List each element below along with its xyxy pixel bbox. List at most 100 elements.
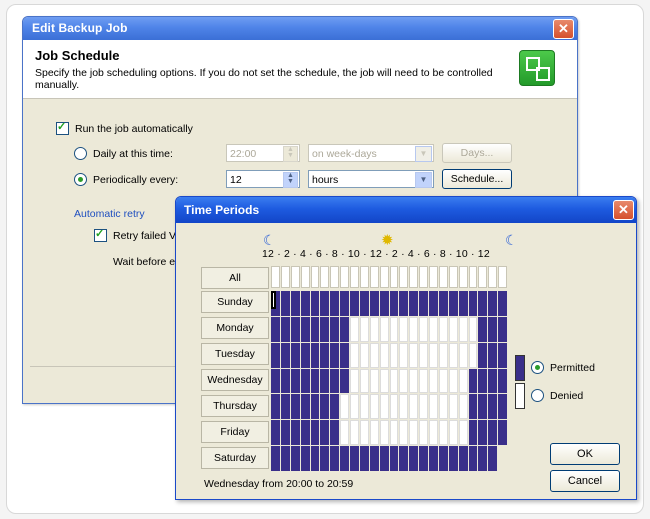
denied-cell[interactable] (419, 368, 428, 394)
permitted-cell[interactable] (438, 446, 448, 471)
permitted-cell[interactable] (300, 316, 310, 342)
permitted-cell[interactable] (290, 342, 300, 368)
retry-checkbox[interactable] (94, 227, 107, 242)
permitted-cell[interactable] (290, 446, 300, 471)
permitted-cell[interactable] (290, 368, 300, 394)
denied-cell[interactable] (350, 368, 359, 394)
denied-cell[interactable] (438, 368, 448, 394)
denied-cell[interactable] (429, 342, 438, 368)
denied-cell[interactable] (389, 420, 399, 446)
denied-radio[interactable] (531, 389, 544, 402)
denied-cell[interactable] (458, 368, 468, 394)
day-label[interactable]: Saturday (201, 447, 269, 469)
hour-header-cell[interactable] (429, 266, 438, 288)
hour-header-cell[interactable] (458, 266, 468, 288)
denied-cell[interactable] (359, 342, 369, 368)
permitted-cell[interactable] (330, 316, 340, 342)
permitted-cell[interactable] (409, 291, 419, 316)
permitted-cell[interactable] (478, 368, 488, 394)
permitted-cell[interactable] (488, 368, 498, 394)
hour-header-cell[interactable] (280, 266, 290, 288)
run-auto-row[interactable]: Run the job automatically (56, 120, 193, 135)
denied-cell[interactable] (468, 342, 478, 368)
denied-cell[interactable] (409, 368, 419, 394)
permitted-cell[interactable] (330, 394, 340, 420)
day-label[interactable]: Monday (201, 317, 269, 339)
denied-cell[interactable] (419, 316, 428, 342)
hour-header-row[interactable] (271, 266, 507, 288)
permitted-cell[interactable] (300, 368, 310, 394)
permitted-cell[interactable] (340, 316, 349, 342)
permitted-cell[interactable] (280, 446, 290, 471)
permitted-option[interactable]: Permitted (531, 361, 595, 374)
permitted-cell[interactable] (359, 291, 369, 316)
permitted-cell[interactable] (280, 316, 290, 342)
permitted-cell[interactable] (429, 446, 438, 471)
permitted-cell[interactable] (498, 420, 507, 446)
permitted-cell[interactable] (350, 291, 359, 316)
hour-header-cell[interactable] (369, 266, 379, 288)
denied-cell[interactable] (438, 316, 448, 342)
permitted-cell[interactable] (280, 394, 290, 420)
denied-cell[interactable] (369, 316, 379, 342)
denied-cell[interactable] (448, 368, 458, 394)
spin-icon[interactable]: ▲ ▼ (283, 172, 298, 188)
permitted-cell[interactable] (379, 446, 389, 471)
permitted-cell[interactable] (340, 342, 349, 368)
permitted-cell[interactable] (478, 342, 488, 368)
denied-cell[interactable] (399, 394, 409, 420)
permitted-cell[interactable] (458, 446, 468, 471)
denied-cell[interactable] (369, 420, 379, 446)
permitted-cell[interactable] (350, 446, 359, 471)
denied-cell[interactable] (438, 420, 448, 446)
permitted-cell[interactable] (310, 420, 320, 446)
permitted-cell[interactable] (300, 394, 310, 420)
hour-header-cell[interactable] (409, 266, 419, 288)
day-label[interactable]: Friday (201, 421, 269, 443)
denied-cell[interactable] (389, 394, 399, 420)
day-label[interactable]: Sunday (201, 291, 269, 313)
denied-cell[interactable] (359, 420, 369, 446)
hour-header-cell[interactable] (290, 266, 300, 288)
permitted-cell[interactable] (330, 420, 340, 446)
hour-header-cell[interactable] (330, 266, 340, 288)
permitted-cell[interactable] (399, 291, 409, 316)
denied-cell[interactable] (340, 394, 349, 420)
permitted-cell[interactable] (271, 420, 280, 446)
day-label[interactable]: Tuesday (201, 343, 269, 365)
permitted-cell[interactable] (280, 342, 290, 368)
permitted-cell[interactable] (478, 446, 488, 471)
denied-cell[interactable] (429, 420, 438, 446)
periodic-unit-select[interactable]: hours ▼ (308, 170, 434, 188)
permitted-cell[interactable] (290, 394, 300, 420)
hour-header-cell[interactable] (389, 266, 399, 288)
permitted-cell[interactable] (300, 446, 310, 471)
permitted-cell[interactable] (271, 446, 280, 471)
permitted-cell[interactable] (468, 420, 478, 446)
denied-cell[interactable] (350, 394, 359, 420)
denied-cell[interactable] (389, 316, 399, 342)
hour-header-cell[interactable] (488, 266, 498, 288)
denied-cell[interactable] (419, 420, 428, 446)
permitted-cell[interactable] (330, 446, 340, 471)
permitted-cell[interactable] (478, 394, 488, 420)
permitted-cell[interactable] (271, 291, 276, 309)
permitted-cell[interactable] (300, 420, 310, 446)
denied-cell[interactable] (458, 316, 468, 342)
permitted-cell[interactable] (320, 394, 330, 420)
permitted-cell[interactable] (478, 291, 488, 316)
denied-cell[interactable] (379, 394, 389, 420)
permitted-cell[interactable] (369, 446, 379, 471)
hour-header-cell[interactable] (478, 266, 488, 288)
permitted-cell[interactable] (271, 368, 280, 394)
denied-cell[interactable] (369, 342, 379, 368)
permitted-cell[interactable] (488, 291, 498, 316)
permitted-cell[interactable] (330, 291, 340, 316)
permitted-cell[interactable] (458, 291, 468, 316)
periodic-value-field[interactable]: 12 ▲ ▼ (226, 170, 300, 188)
permitted-cell[interactable] (280, 420, 290, 446)
daily-row[interactable]: Daily at this time: (74, 147, 173, 160)
permitted-cell[interactable] (419, 291, 428, 316)
permitted-cell[interactable] (320, 342, 330, 368)
permitted-cell[interactable] (488, 394, 498, 420)
